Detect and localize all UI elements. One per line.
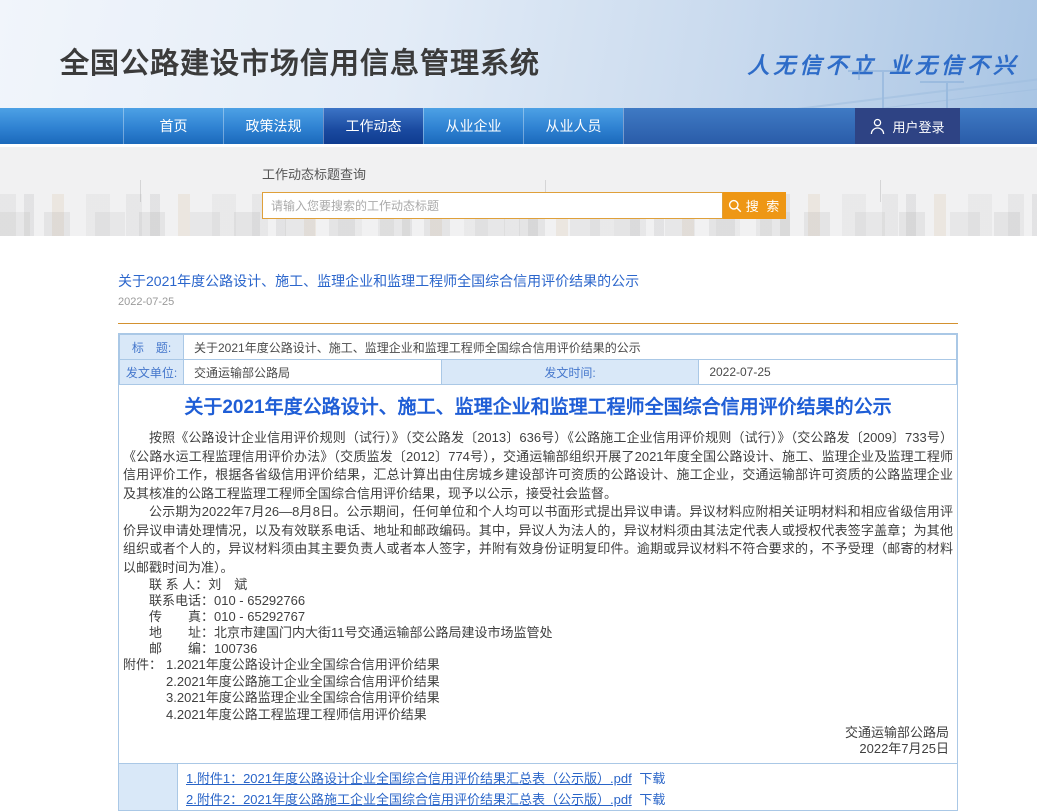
table-row: 发文单位: 交通运输部公路局 发文时间: 2022-07-25: [120, 360, 957, 385]
signature-date: 2022年7月25日: [123, 741, 949, 757]
attachment-files-row: 1.附件1：2021年度公路设计企业全国综合信用评价结果汇总表（公示版）.pdf…: [119, 763, 957, 810]
attachment-files-label-cell: [119, 764, 178, 810]
attachment-item: 2.2021年度公路施工企业全国综合信用评价结果: [166, 674, 440, 691]
nav-spacer: [0, 108, 123, 144]
attachments-label: 附件：: [123, 657, 162, 723]
meta-title-value: 关于2021年度公路设计、施工、监理企业和监理工程师全国综合信用评价结果的公示: [184, 335, 957, 360]
download-link[interactable]: 下载: [639, 771, 665, 786]
nav-filler: [623, 108, 1037, 144]
contact-address: 地 址：北京市建国门内大街11号交通运输部公路局建设市场监管处: [123, 625, 953, 641]
document-heading: 关于2021年度公路设计、施工、监理企业和监理工程师全国综合信用评价结果的公示: [123, 395, 953, 421]
table-row: 标 题: 关于2021年度公路设计、施工、监理企业和监理工程师全国综合信用评价结…: [120, 335, 957, 360]
nav-tab-home[interactable]: 首页: [123, 108, 223, 144]
site-title: 全国公路建设市场信用信息管理系统: [60, 40, 540, 82]
paragraph: 公示期为2022年7月26—8月8日。公示期间，任何单位和个人均可以书面形式提出…: [123, 503, 953, 577]
user-icon: [870, 118, 885, 135]
contact-person: 联 系 人：刘 斌: [123, 577, 953, 593]
search-input[interactable]: [262, 192, 723, 219]
paragraph: 按照《公路设计企业信用评价规则（试行）》（交公路发〔2013〕636号）《公路施…: [123, 429, 953, 503]
attachments-list: 附件： 1.2021年度公路设计企业全国综合信用评价结果 2.2021年度公路施…: [123, 657, 953, 723]
divider: [118, 323, 958, 324]
attachment-item: 3.2021年度公路监理企业全国综合信用评价结果: [166, 690, 440, 707]
meta-unit-label: 发文单位:: [120, 360, 184, 385]
contact-fax: 传 真：010 - 65292767: [123, 609, 953, 625]
contact-zipcode: 邮 编：100736: [123, 641, 953, 657]
attachment-item: 4.2021年度公路工程监理工程师信用评价结果: [166, 707, 440, 724]
attachment-pdf-link[interactable]: 2.附件2：2021年度公路施工企业全国综合信用评价结果汇总表（公示版）.pdf: [186, 792, 632, 807]
meta-time-label: 发文时间:: [441, 360, 699, 385]
nav-tab-policies[interactable]: 政策法规: [223, 108, 323, 144]
nav-tab-work-updates[interactable]: 工作动态: [323, 108, 423, 144]
article-body: 关于2021年度公路设计、施工、监理企业和监理工程师全国综合信用评价结果的公示 …: [119, 385, 957, 756]
document-box: 标 题: 关于2021年度公路设计、施工、监理企业和监理工程师全国综合信用评价结…: [118, 333, 958, 811]
main-nav: 首页 政策法规 工作动态 从业企业 从业人员 用户登录: [0, 108, 1037, 144]
search-icon: [728, 199, 742, 213]
attachment-pdf-link[interactable]: 1.附件1：2021年度公路设计企业全国综合信用评价结果汇总表（公示版）.pdf: [186, 771, 632, 786]
signature-unit: 交通运输部公路局: [123, 725, 949, 741]
file-line: 2.附件2：2021年度公路施工企业全国综合信用评价结果汇总表（公示版）.pdf…: [186, 789, 957, 810]
search-button-label: 搜 索: [746, 196, 782, 215]
nav-tab-personnel[interactable]: 从业人员: [523, 108, 623, 144]
page-title-link[interactable]: 关于2021年度公路设计、施工、监理企业和监理工程师全国综合信用评价结果的公示: [118, 272, 958, 290]
contact-phone: 联系电话：010 - 65292766: [123, 593, 953, 609]
search-section: 工作动态标题查询 搜 索: [0, 147, 1037, 236]
user-login-label: 用户登录: [892, 117, 944, 136]
meta-title-label: 标 题:: [120, 335, 184, 360]
antenna-decoration: [140, 180, 141, 202]
document-meta-table: 标 题: 关于2021年度公路设计、施工、监理企业和监理工程师全国综合信用评价结…: [119, 334, 957, 385]
download-link[interactable]: 下载: [639, 792, 665, 807]
antenna-decoration: [880, 180, 881, 202]
attachment-item: 1.2021年度公路设计企业全国综合信用评价结果: [166, 657, 440, 674]
search-label: 工作动态标题查询: [262, 164, 786, 183]
site-header: 全国公路建设市场信用信息管理系统 人无信不立 业无信不兴: [0, 0, 1037, 108]
search-button[interactable]: 搜 索: [723, 192, 786, 219]
file-line: 1.附件1：2021年度公路设计企业全国综合信用评价结果汇总表（公示版）.pdf…: [186, 768, 957, 789]
meta-unit-value: 交通运输部公路局: [184, 360, 442, 385]
meta-time-value: 2022-07-25: [699, 360, 957, 385]
user-login-button[interactable]: 用户登录: [855, 108, 960, 144]
page-date: 2022-07-25: [118, 296, 958, 309]
signature-block: 交通运输部公路局 2022年7月25日: [123, 725, 953, 756]
nav-tab-enterprises[interactable]: 从业企业: [423, 108, 523, 144]
content-area: 关于2021年度公路设计、施工、监理企业和监理工程师全国综合信用评价结果的公示 …: [0, 236, 1037, 811]
